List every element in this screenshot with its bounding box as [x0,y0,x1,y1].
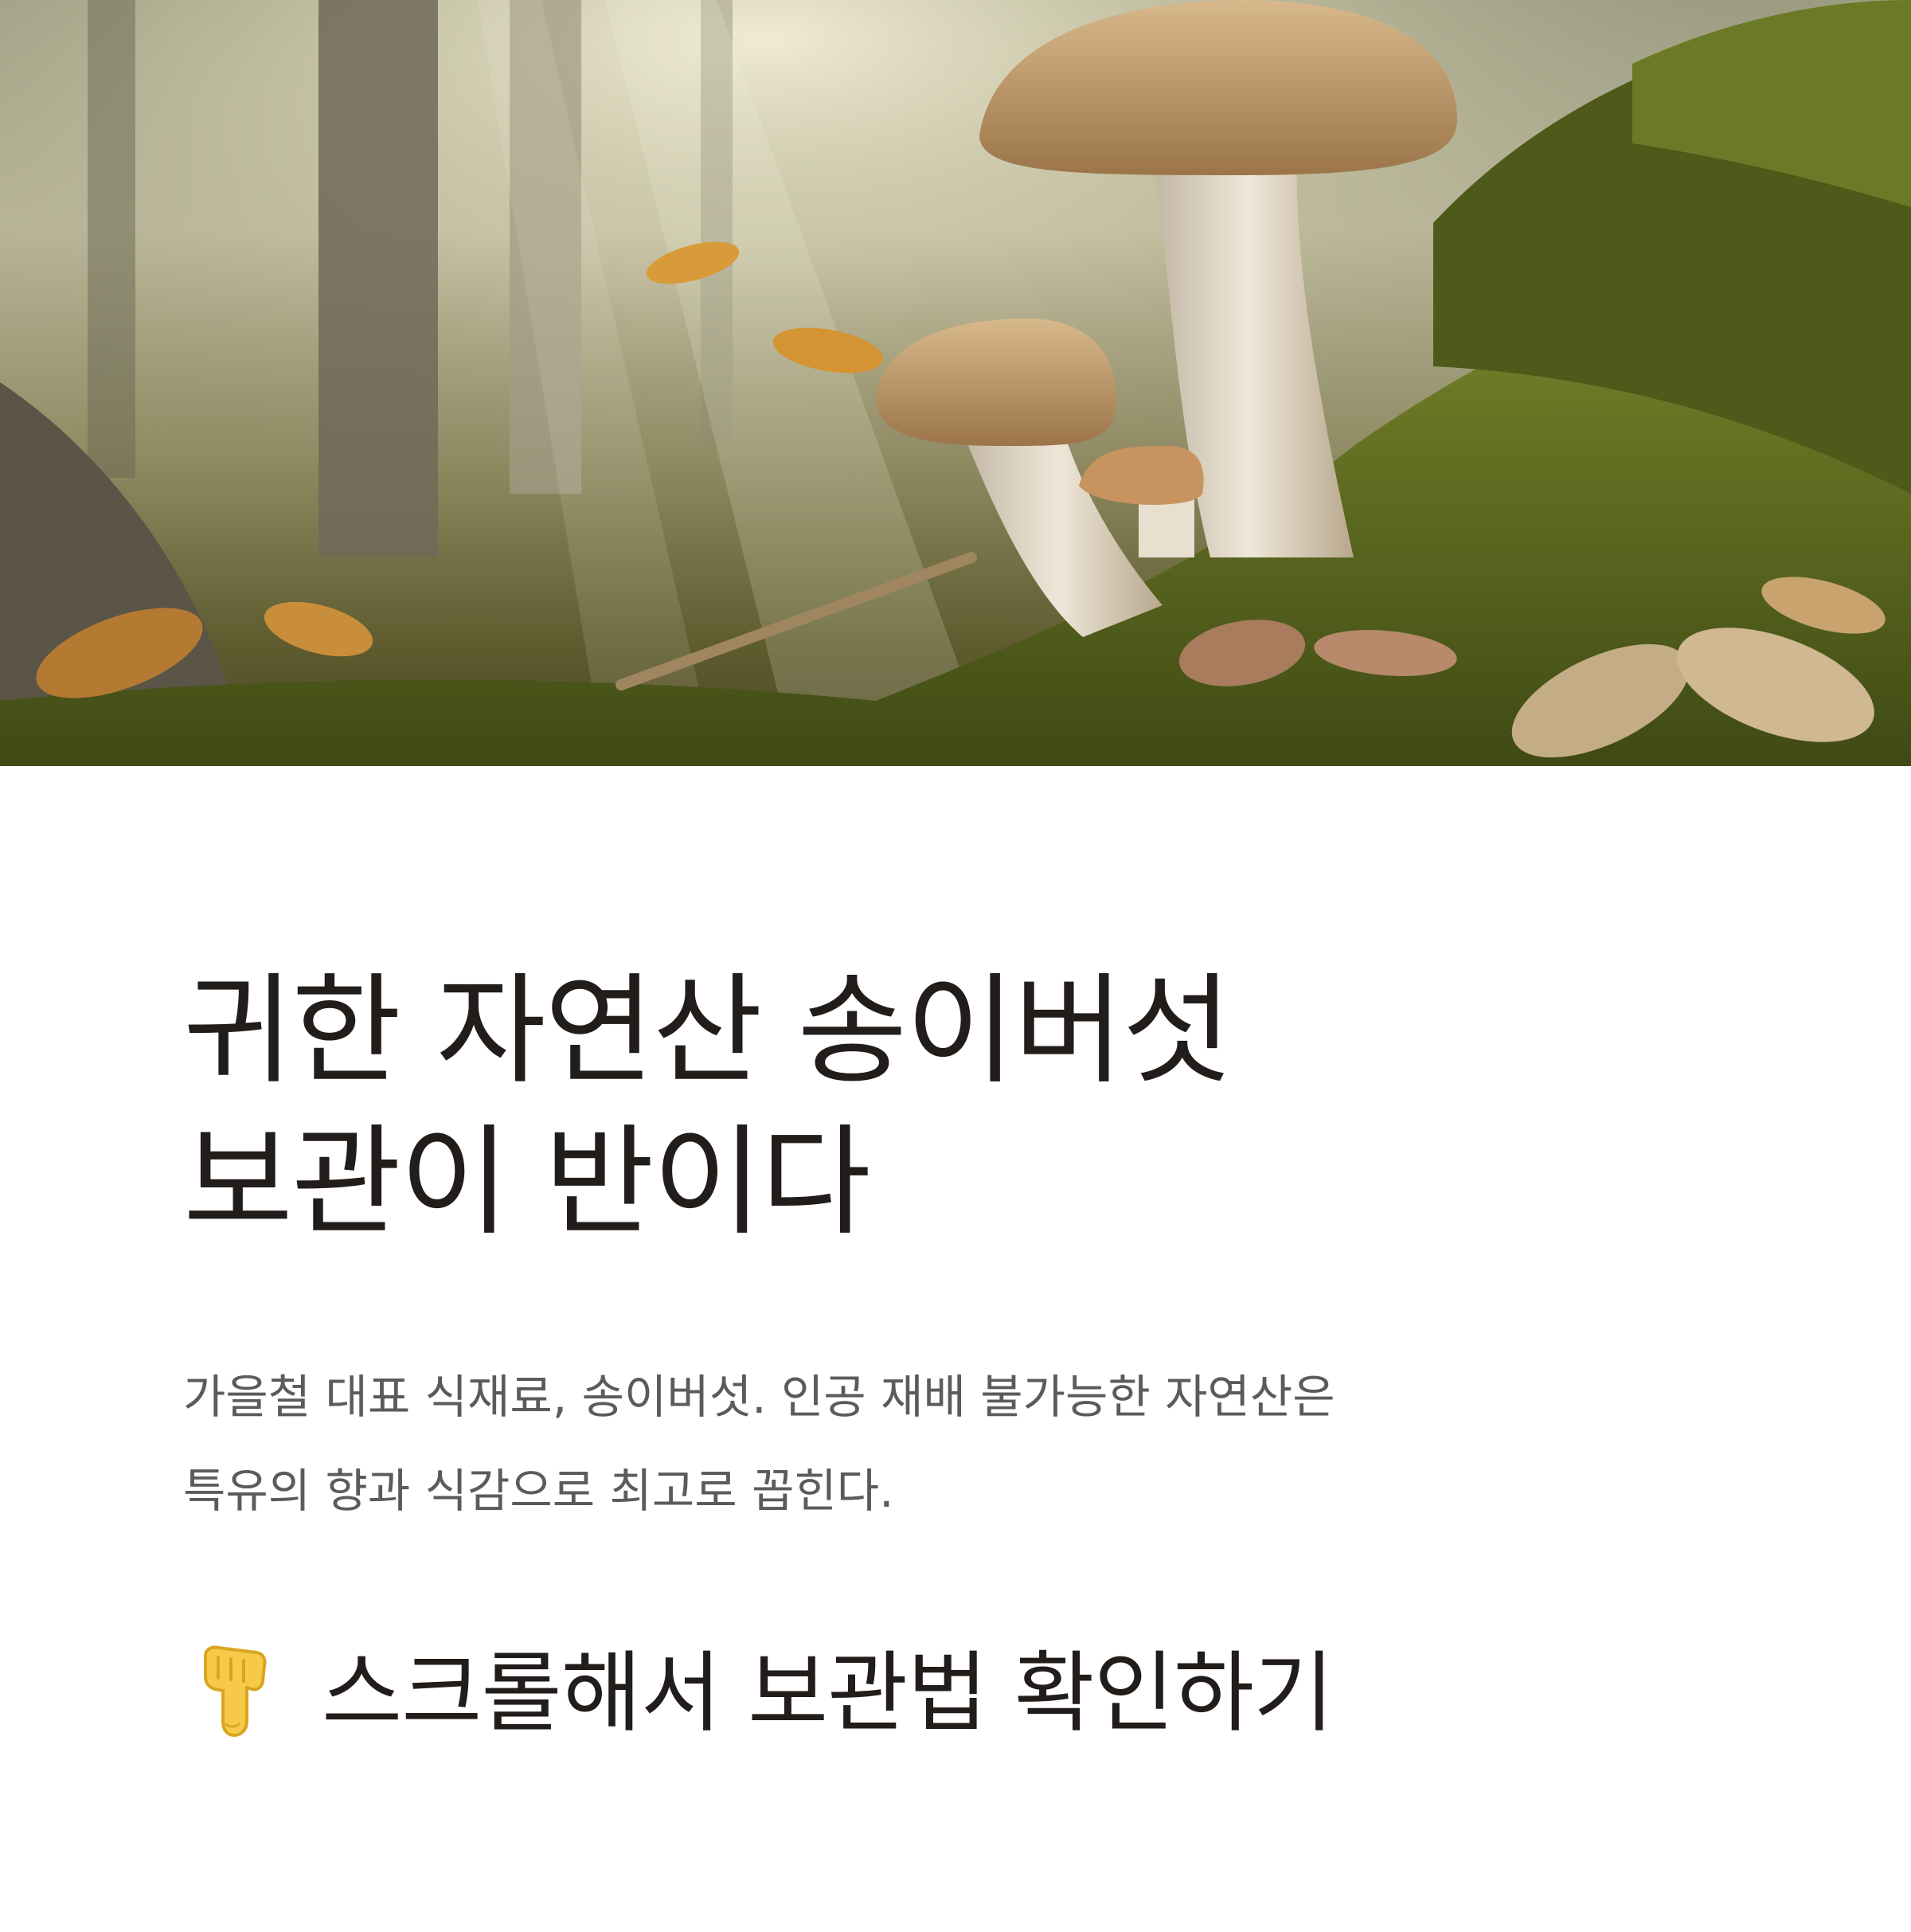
page-title: 귀한 자연산 송이버섯 보관이 반이다 [183,956,1760,1258]
intro-section: 귀한 자연산 송이버섯 보관이 반이다 가을철 대표 식재료, 송이버섯. 인공… [183,956,1760,1745]
scroll-prompt[interactable]: 스크롤해서 보관법 확인하기 [183,1641,1760,1745]
title-line-2: 보관이 반이다 [183,1113,871,1252]
hero-image [0,0,1911,766]
title-line-1: 귀한 자연산 송이버섯 [183,962,1232,1101]
description-line-1: 가을철 대표 식재료, 송이버섯. 인공 재배 불가능한 자연산은 [183,1370,1335,1424]
forest-mushroom-illustration [0,0,1911,766]
scroll-prompt-label: 스크롤해서 보관법 확인하기 [322,1642,1334,1744]
description: 가을철 대표 식재료, 송이버섯. 인공 재배 불가능한 자연산은 특유의 향과… [183,1350,1760,1538]
pointing-down-hand-icon [183,1641,287,1745]
description-line-2: 특유의 향과 식감으로 최고로 꼽힌다. [183,1464,894,1518]
